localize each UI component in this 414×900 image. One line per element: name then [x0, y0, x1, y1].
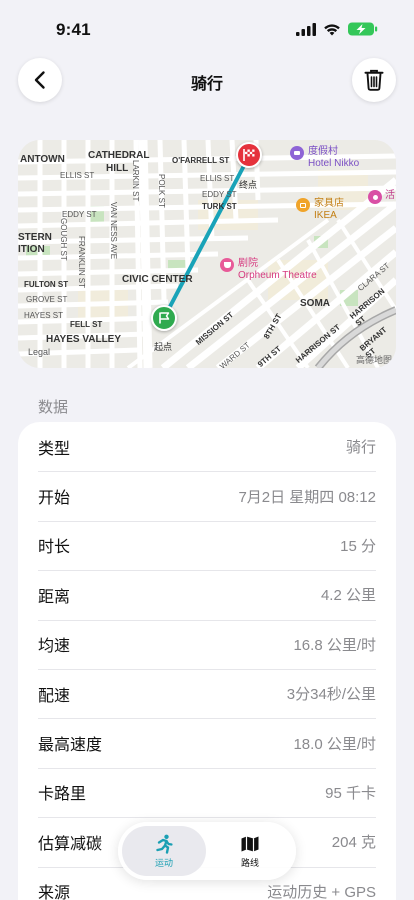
stat-label: 类型 — [38, 440, 71, 458]
nav-bar: 骑行 — [0, 58, 414, 104]
status-bar: 9:41 — [0, 0, 414, 56]
stat-label: 来源 — [38, 885, 71, 900]
stat-row-pace: 配速 3分34秒/公里 — [18, 668, 396, 718]
section-title: 数据 — [38, 399, 69, 416]
poi-partial-label: 活 — [385, 190, 395, 201]
theatre-icon — [220, 258, 234, 272]
stat-label: 最高速度 — [38, 737, 103, 755]
stat-label: 时长 — [38, 539, 71, 557]
hotel-icon — [290, 146, 304, 160]
map-provider-logo: 高德地图 — [355, 355, 392, 365]
poi-hotel-cn: 度假村 — [308, 146, 338, 157]
checkered-flag-icon — [243, 149, 255, 161]
poi-ikea-cn: 家具店 — [314, 198, 344, 209]
trash-icon — [364, 69, 384, 91]
status-time: 9:41 — [56, 20, 91, 39]
poi-ikea-en: IKEA — [314, 210, 337, 221]
start-label: 起点 — [154, 342, 173, 352]
poi-ikea[interactable]: 家具店 IKEA — [296, 198, 344, 222]
stat-value: 骑行 — [345, 439, 376, 457]
poi-theatre-cn: 剧院 — [238, 258, 258, 269]
stat-row-duration: 时长 15 分 — [18, 520, 396, 570]
running-icon — [156, 834, 173, 854]
tab-label: 路线 — [240, 857, 259, 868]
status-icons — [296, 22, 378, 36]
stat-row-avg-speed: 均速 16.8 公里/时 — [18, 619, 396, 669]
stat-row-start: 开始 7月2日 星期四 08:12 — [18, 471, 396, 520]
stat-label: 距离 — [38, 588, 71, 606]
stat-row-distance: 距离 4.2 公里 — [18, 570, 396, 619]
stat-label: 配速 — [38, 687, 71, 705]
map-legal[interactable]: Legal — [28, 347, 50, 357]
poi-hotel[interactable]: 度假村 Hotel Nikko — [290, 146, 359, 170]
stat-label: 开始 — [38, 490, 71, 508]
stat-value: 204 克 — [331, 834, 376, 852]
stat-row-calories: 卡路里 95 千卡 — [18, 767, 396, 817]
wifi-icon — [324, 23, 340, 35]
poi-theatre-en: Orpheum Theatre — [238, 270, 317, 281]
stat-value: 18.0 公里/时 — [293, 735, 376, 753]
stat-value: 16.8 公里/时 — [293, 636, 376, 654]
tab-bar: 运动 路线 — [118, 822, 296, 880]
stat-value: 3分34秒/公里 — [286, 686, 376, 704]
poi-partial[interactable]: 活 — [368, 190, 395, 204]
stat-value: 15 分 — [340, 537, 376, 555]
stat-value: 7月2日 星期四 08:12 — [238, 488, 376, 506]
tab-workout[interactable]: 运动 — [122, 826, 206, 876]
tab-label: 运动 — [154, 857, 173, 868]
battery-charging-icon — [348, 22, 378, 36]
stat-label: 估算减碳 — [38, 835, 103, 853]
stat-row-type: 类型 骑行 — [18, 422, 396, 471]
stat-value: 4.2 公里 — [320, 587, 376, 605]
map-icon — [241, 836, 259, 851]
poi-hotel-en: Hotel Nikko — [308, 158, 360, 169]
flag-icon — [159, 312, 170, 324]
start-marker[interactable] — [151, 305, 177, 331]
stat-value: 运动历史 + GPS — [267, 883, 376, 900]
stat-row-max-speed: 最高速度 18.0 公里/时 — [18, 718, 396, 767]
end-marker[interactable] — [236, 142, 262, 168]
poi-dot-icon — [368, 190, 382, 204]
route-map[interactable]: ANTOWN CATHEDRAL HILL O'FARRELL ST ELLIS… — [18, 140, 396, 368]
stat-value: 95 千卡 — [325, 784, 376, 802]
end-label: 终点 — [239, 180, 258, 190]
stat-label: 卡路里 — [38, 786, 87, 804]
tab-routes[interactable]: 路线 — [208, 826, 292, 876]
poi-theatre[interactable]: 剧院 Orpheum Theatre — [220, 258, 317, 282]
furniture-icon — [296, 198, 310, 212]
stat-label: 均速 — [38, 638, 71, 656]
cellular-signal-icon — [296, 22, 316, 36]
delete-button[interactable] — [352, 58, 396, 102]
